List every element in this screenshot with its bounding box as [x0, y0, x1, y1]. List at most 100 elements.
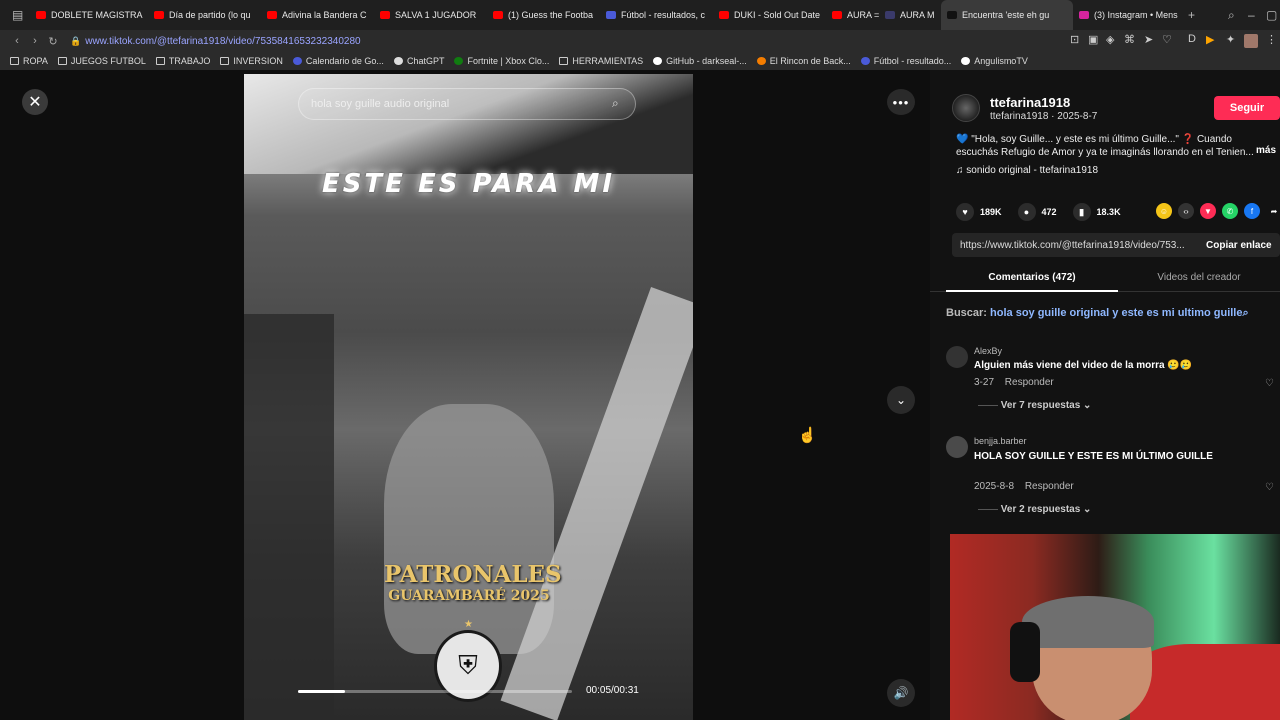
- bookmark-item[interactable]: Fortnite | Xbox Clo...: [454, 56, 549, 66]
- search-suggestion[interactable]: Buscar: hola soy guille original y este …: [946, 307, 1249, 320]
- lock-icon[interactable]: 🔒: [70, 36, 81, 47]
- puzzle-extension-icon[interactable]: ✦: [1226, 33, 1235, 46]
- tab-comments[interactable]: Comentarios (472): [946, 268, 1118, 292]
- translate-extension-icon[interactable]: ⌘: [1124, 33, 1135, 46]
- video-progress-bar[interactable]: [298, 690, 572, 693]
- calendar-icon: [292, 57, 302, 65]
- like-count: 189K: [980, 207, 1002, 217]
- search-icon[interactable]: ⌕: [612, 96, 619, 111]
- author-avatar[interactable]: [952, 94, 980, 122]
- reply-button[interactable]: Responder: [1005, 377, 1054, 388]
- comment-stat[interactable]: ● 472: [1017, 203, 1057, 221]
- comment-user[interactable]: benjja.barber: [974, 436, 1027, 446]
- author-name[interactable]: ttefarina1918: [990, 95, 1070, 110]
- angulismo-icon: [961, 57, 971, 65]
- sound-row[interactable]: ♫ sonido original - ttefarina1918: [956, 165, 1098, 176]
- volume-button[interactable]: 🔊: [887, 679, 915, 707]
- bookmark-item[interactable]: GitHub - darkseal-...: [653, 56, 747, 66]
- shield-extension-icon[interactable]: ◈: [1106, 33, 1114, 46]
- browser-tab[interactable]: DOBLETE MAGISTRA: [30, 0, 148, 30]
- tab-label: Fútbol - resultados, c: [621, 10, 706, 20]
- close-button[interactable]: ✕: [22, 89, 48, 115]
- comment-like-icon[interactable]: ♡: [1265, 482, 1274, 493]
- forward-icon[interactable]: ›: [26, 35, 44, 47]
- bookmark-item[interactable]: El Rincon de Back...: [756, 56, 851, 66]
- view-replies-button[interactable]: —— Ver 7 respuestas ⌄: [978, 400, 1091, 411]
- comment-avatar[interactable]: [946, 346, 968, 368]
- window-control-icon[interactable]: ▢: [1266, 8, 1277, 22]
- follow-button[interactable]: Seguir: [1214, 96, 1280, 120]
- more-options-button[interactable]: •••: [887, 89, 915, 115]
- bookmark-item[interactable]: Calendario de Go...: [292, 56, 384, 66]
- browser-tab[interactable]: Adivina la Bandera C: [261, 0, 374, 30]
- save-count: 18.3K: [1096, 207, 1121, 217]
- bookmark-item[interactable]: ChatGPT: [393, 56, 444, 66]
- folder-icon: [559, 57, 569, 65]
- search-tabs-icon[interactable]: ⌕: [1228, 8, 1235, 23]
- bookmark-icon: ▮: [1072, 203, 1091, 221]
- next-video-button[interactable]: ⌄: [887, 386, 915, 414]
- webcam-cap: [1022, 596, 1154, 648]
- new-tab-button[interactable]: +: [1188, 8, 1195, 22]
- like-stat[interactable]: ♥ 189K: [956, 203, 1002, 221]
- folder-icon: [57, 57, 67, 65]
- bookmark-item[interactable]: HERRAMIENTAS: [559, 56, 643, 66]
- browser-menu-icon[interactable]: ⋮: [1266, 33, 1277, 46]
- bookmark-item[interactable]: TRABAJO: [155, 56, 210, 66]
- tab-favicon-icon: [154, 11, 164, 19]
- reply-button[interactable]: Responder: [1025, 481, 1074, 492]
- heart-extension-icon[interactable]: ♡: [1162, 33, 1172, 46]
- bookmark-item[interactable]: AngulismoTV: [961, 56, 1028, 66]
- share-friends-icon[interactable]: ☺: [1156, 203, 1172, 219]
- send-icon[interactable]: ▼: [1200, 203, 1216, 219]
- bookmark-label: INVERSION: [233, 56, 283, 66]
- whatsapp-icon[interactable]: ✆: [1222, 203, 1238, 219]
- save-stat[interactable]: ▮ 18.3K: [1072, 203, 1121, 221]
- back-icon[interactable]: ‹: [8, 35, 26, 47]
- tab-menu-icon[interactable]: ▤: [12, 8, 23, 22]
- bookmark-item[interactable]: Fútbol - resultado...: [860, 56, 951, 66]
- embed-icon[interactable]: ‹›: [1178, 203, 1194, 219]
- play-extension-icon[interactable]: ▶: [1206, 33, 1214, 46]
- browser-tab[interactable]: Encuentra 'este eh gu: [941, 0, 1073, 30]
- comment-avatar[interactable]: [946, 436, 968, 458]
- profile-avatar[interactable]: [1244, 34, 1258, 48]
- send-extension-icon[interactable]: ➤: [1144, 33, 1153, 46]
- url-field[interactable]: www.tiktok.com/@ttefarina1918/video/7535…: [85, 36, 360, 47]
- more-link[interactable]: más: [1256, 145, 1276, 156]
- video-link[interactable]: https://www.tiktok.com/@ttefarina1918/vi…: [960, 240, 1192, 251]
- webcam-overlay: [950, 534, 1280, 720]
- link-box: https://www.tiktok.com/@ttefarina1918/vi…: [952, 233, 1280, 257]
- tab-creator-videos[interactable]: Videos del creador: [1118, 268, 1280, 292]
- bookmark-label: AngulismoTV: [974, 56, 1028, 66]
- bookmark-item[interactable]: ROPA: [10, 56, 48, 66]
- browser-tab[interactable]: Fútbol - resultados, c: [600, 0, 713, 30]
- video-player[interactable]: hola soy guille audio original ⌕ ESTE ES…: [244, 74, 693, 720]
- reload-icon[interactable]: ↻: [44, 35, 62, 48]
- copy-link-button[interactable]: Copiar enlace: [1206, 240, 1272, 251]
- view-replies-button[interactable]: —— Ver 2 respuestas ⌄: [978, 504, 1091, 515]
- bookmark-star-icon[interactable]: ⊡: [1070, 33, 1079, 46]
- browser-tab[interactable]: DUKI - Sold Out Date: [713, 0, 826, 30]
- d-extension-icon[interactable]: D: [1188, 33, 1196, 45]
- minimize-icon[interactable]: –: [1248, 8, 1255, 22]
- star-icon: ★: [464, 619, 473, 630]
- bookmark-item[interactable]: INVERSION: [220, 56, 283, 66]
- comment-user[interactable]: AlexBy: [974, 346, 1002, 356]
- browser-tab[interactable]: (3) Instagram • Mens: [1073, 0, 1186, 30]
- bookmark-item[interactable]: JUEGOS FUTBOL: [57, 56, 146, 66]
- browser-tab[interactable]: (1) Guess the Footba: [487, 0, 600, 30]
- bookmark-label: Fortnite | Xbox Clo...: [467, 56, 550, 66]
- browser-tab[interactable]: Día de partido (lo qu: [148, 0, 261, 30]
- browser-tab[interactable]: AURA M: [879, 0, 941, 30]
- video-stage: ✕ ••• ⌄ 🔊 hola soy guille audio original…: [0, 70, 930, 720]
- tab-favicon-icon: [1079, 11, 1089, 19]
- browser-tab[interactable]: AURA =: [826, 0, 879, 30]
- share-arrow-icon[interactable]: ➦: [1266, 203, 1280, 219]
- facebook-icon[interactable]: f: [1244, 203, 1260, 219]
- browser-tab[interactable]: SALVA 1 JUGADOR: [374, 0, 487, 30]
- video-search-overlay[interactable]: hola soy guille audio original: [298, 88, 636, 120]
- extension-icon[interactable]: ▣: [1088, 33, 1098, 46]
- comment-like-icon[interactable]: ♡: [1265, 378, 1274, 389]
- tab-favicon-icon: [493, 11, 503, 19]
